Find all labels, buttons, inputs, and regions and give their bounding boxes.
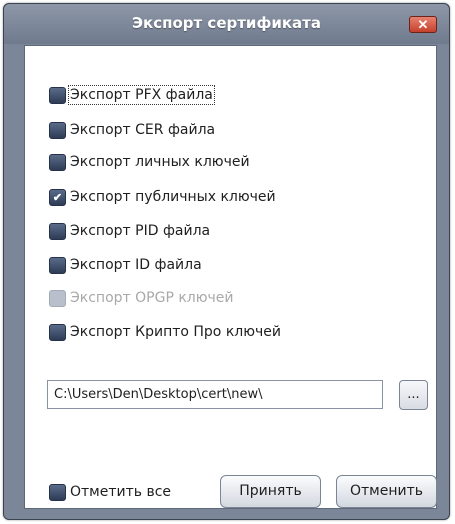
checkbox-export-cryptopro[interactable] <box>49 323 66 341</box>
checkbox-export-cer[interactable] <box>49 121 66 139</box>
export-path-input[interactable]: C:\Users\Den\Desktop\cert\new\ <box>47 380 383 409</box>
option-export-cryptopro[interactable]: Экспорт Крипто Про ключей <box>49 321 281 343</box>
cancel-button[interactable]: Отменить <box>336 475 437 508</box>
option-label: Экспорт публичных ключей <box>70 189 276 205</box>
option-export-pfx[interactable]: Экспорт PFX файла <box>49 84 215 106</box>
select-all-option[interactable]: Отметить все <box>49 481 171 503</box>
checkbox-export-pfx[interactable] <box>49 86 66 104</box>
checkbox-export-public-keys[interactable]: ✔ <box>49 188 66 206</box>
checkbox-export-pid[interactable] <box>49 222 66 240</box>
checkbox-export-opgp <box>49 289 66 307</box>
option-label: Экспорт CER файла <box>70 122 216 138</box>
accept-button[interactable]: Принять <box>220 475 321 508</box>
window-title: Экспорт сертификата <box>132 14 321 32</box>
checkbox-select-all[interactable] <box>49 483 66 501</box>
checkbox-export-private-keys[interactable] <box>49 153 66 171</box>
checkbox-export-id[interactable] <box>49 256 66 274</box>
close-icon[interactable]: ✕ <box>409 16 437 33</box>
title-bar[interactable]: Экспорт сертификата ✕ <box>4 4 449 44</box>
option-export-opgp: Экспорт OPGP ключей <box>49 287 234 309</box>
option-label: Экспорт личных ключей <box>70 154 250 170</box>
option-export-pid[interactable]: Экспорт PID файла <box>49 220 210 242</box>
option-label: Экспорт Крипто Про ключей <box>70 324 281 340</box>
dialog-content: Экспорт PFX файла Экспорт CER файла Эксп… <box>24 45 437 509</box>
option-export-public-keys[interactable]: ✔ Экспорт публичных ключей <box>49 186 276 208</box>
export-certificate-dialog: Экспорт сертификата ✕ Экспорт PFX файла … <box>3 3 450 520</box>
select-all-label: Отметить все <box>70 484 172 500</box>
option-label: Экспорт OPGP ключей <box>70 290 234 306</box>
option-label: Экспорт PFX файла <box>68 85 215 105</box>
option-label: Экспорт ID файла <box>70 257 202 273</box>
option-export-private-keys[interactable]: Экспорт личных ключей <box>49 151 250 173</box>
option-export-cer[interactable]: Экспорт CER файла <box>49 119 215 141</box>
option-export-id[interactable]: Экспорт ID файла <box>49 254 202 276</box>
checkmark-icon: ✔ <box>52 191 63 204</box>
option-label: Экспорт PID файла <box>70 223 211 239</box>
browse-button[interactable]: ... <box>399 380 428 410</box>
